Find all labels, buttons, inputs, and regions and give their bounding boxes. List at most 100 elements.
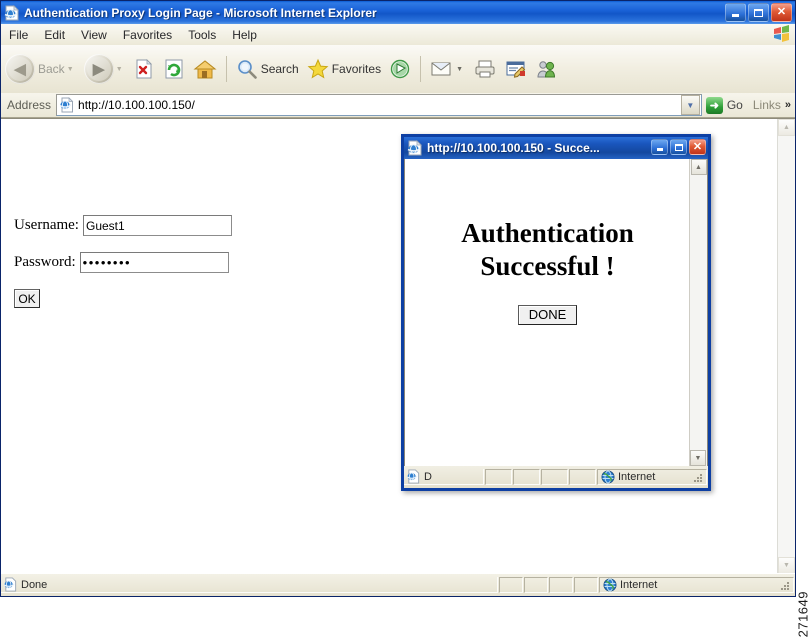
- home-icon: [193, 58, 217, 80]
- back-button[interactable]: ◀ Back ▼: [1, 49, 80, 89]
- forward-dropdown-icon[interactable]: ▼: [116, 66, 125, 73]
- minimize-button[interactable]: [725, 3, 746, 22]
- refresh-icon: [163, 58, 185, 80]
- status-message-pane: Done: [1, 577, 498, 593]
- messenger-button[interactable]: [531, 49, 563, 89]
- go-label: Go: [727, 98, 743, 112]
- popup-resize-grip[interactable]: [690, 470, 704, 484]
- edit-button[interactable]: [501, 49, 531, 89]
- popup-scroll-down-icon[interactable]: ▼: [690, 450, 706, 466]
- password-masked-value: ••••••••: [83, 256, 131, 269]
- status-pane-2: [524, 577, 548, 593]
- popup-title-text: http://10.100.100.150 - Succe...: [427, 141, 600, 155]
- links-label: Links: [753, 98, 781, 112]
- favorites-label: Favorites: [332, 62, 381, 76]
- scroll-down-icon[interactable]: ▼: [778, 557, 795, 574]
- password-label: Password:: [14, 254, 76, 271]
- maximize-button[interactable]: [748, 3, 769, 22]
- ie-document-icon: [4, 5, 20, 21]
- globe-icon: [601, 470, 615, 484]
- mail-button[interactable]: ▼: [426, 49, 469, 89]
- toolbar-separator-2: [420, 56, 421, 82]
- address-url-text: http://10.100.100.150/: [78, 98, 195, 112]
- ie-document-icon: [3, 577, 18, 592]
- menu-item-edit[interactable]: Edit: [36, 26, 73, 44]
- toolbar-separator: [226, 56, 227, 82]
- window-title: Authentication Proxy Login Page - Micros…: [24, 6, 377, 20]
- popup-minimize-button[interactable]: [651, 139, 668, 155]
- menu-item-favorites[interactable]: Favorites: [115, 26, 180, 44]
- windows-flag-icon: [771, 25, 791, 43]
- go-arrow-icon: ➜: [706, 97, 723, 114]
- popup-scroll-up-icon[interactable]: ▲: [691, 159, 707, 175]
- menu-item-view[interactable]: View: [73, 26, 115, 44]
- mail-icon: [430, 59, 454, 79]
- close-button[interactable]: ✕: [771, 3, 792, 22]
- ok-button[interactable]: OK: [14, 289, 40, 308]
- popup-status-bar: D Internet: [404, 466, 708, 488]
- status-pane-3: [549, 577, 573, 593]
- status-message: Done: [21, 579, 47, 591]
- popup-body: Authentication Successful ! DONE ▲ ▼: [404, 159, 708, 466]
- resize-grip[interactable]: [777, 578, 791, 592]
- home-button[interactable]: [189, 49, 221, 89]
- window-titlebar[interactable]: Authentication Proxy Login Page - Micros…: [1, 1, 795, 24]
- popup-status-pane-3: [541, 469, 568, 485]
- popup-security-zone-label: Internet: [618, 471, 655, 483]
- media-button[interactable]: [385, 49, 415, 89]
- favorites-button[interactable]: Favorites: [303, 49, 385, 89]
- popup-status-pane-4: [569, 469, 596, 485]
- page-vertical-scrollbar[interactable]: ▲ ▼: [777, 119, 795, 574]
- globe-icon: [603, 578, 617, 592]
- popup-status-pane-1: [485, 469, 512, 485]
- authentication-message: Authentication Successful !: [423, 217, 673, 283]
- address-input[interactable]: http://10.100.100.150/ ▼: [56, 94, 702, 116]
- popup-window: http://10.100.100.150 - Succe... ✕ Authe…: [401, 134, 711, 491]
- address-bar: Address http://10.100.100.150/ ▼ ➜ Go Li…: [1, 93, 795, 118]
- password-row: Password: ••••••••: [14, 252, 232, 273]
- chevron-double-right-icon[interactable]: »: [785, 99, 791, 111]
- popup-status-message: D: [424, 471, 432, 483]
- media-icon: [389, 58, 411, 80]
- toolbar: ◀ Back ▼ ▶ ▼: [1, 45, 795, 94]
- forward-arrow-icon: ▶: [84, 54, 114, 84]
- search-icon: [236, 58, 258, 80]
- menu-item-help[interactable]: Help: [224, 26, 265, 44]
- done-button[interactable]: DONE: [518, 305, 578, 325]
- stop-button[interactable]: [129, 49, 159, 89]
- scroll-up-icon[interactable]: ▲: [778, 119, 795, 136]
- popup-close-button[interactable]: ✕: [689, 139, 706, 155]
- printer-icon: [473, 59, 497, 79]
- search-label: Search: [261, 62, 299, 76]
- username-input[interactable]: Guest1: [83, 215, 232, 236]
- popup-caption-buttons: ✕: [651, 139, 706, 155]
- message-line-2: Successful !: [423, 250, 673, 283]
- ie-document-icon: [407, 140, 423, 156]
- password-input[interactable]: ••••••••: [80, 252, 229, 273]
- refresh-button[interactable]: [159, 49, 189, 89]
- messenger-icon: [535, 59, 559, 79]
- popup-status-message-pane: D: [404, 469, 484, 485]
- popup-vertical-scrollbar[interactable]: ▲ ▼: [689, 159, 707, 466]
- search-button[interactable]: Search: [232, 49, 303, 89]
- address-dropdown-button[interactable]: ▼: [681, 95, 700, 115]
- popup-security-zone-pane[interactable]: Internet: [597, 469, 707, 485]
- security-zone-pane[interactable]: Internet: [599, 577, 794, 593]
- print-button[interactable]: [469, 49, 501, 89]
- go-button[interactable]: ➜ Go: [702, 97, 749, 114]
- links-button[interactable]: Links »: [749, 98, 795, 112]
- stop-icon: [133, 58, 155, 80]
- star-icon: [307, 58, 329, 80]
- security-zone-label: Internet: [620, 579, 657, 591]
- menu-item-tools[interactable]: Tools: [180, 26, 224, 44]
- figure-number: 271649: [795, 591, 810, 637]
- back-dropdown-icon[interactable]: ▼: [67, 66, 76, 73]
- menu-bar: File Edit View Favorites Tools Help: [1, 24, 795, 46]
- popup-titlebar[interactable]: http://10.100.100.150 - Succe... ✕: [404, 137, 708, 159]
- popup-maximize-button[interactable]: [670, 139, 687, 155]
- username-label: Username:: [14, 217, 79, 234]
- mail-dropdown-icon[interactable]: ▼: [456, 66, 465, 73]
- forward-button[interactable]: ▶ ▼: [80, 49, 129, 89]
- menu-item-file[interactable]: File: [1, 26, 36, 44]
- status-bar: Done Internet: [1, 573, 795, 596]
